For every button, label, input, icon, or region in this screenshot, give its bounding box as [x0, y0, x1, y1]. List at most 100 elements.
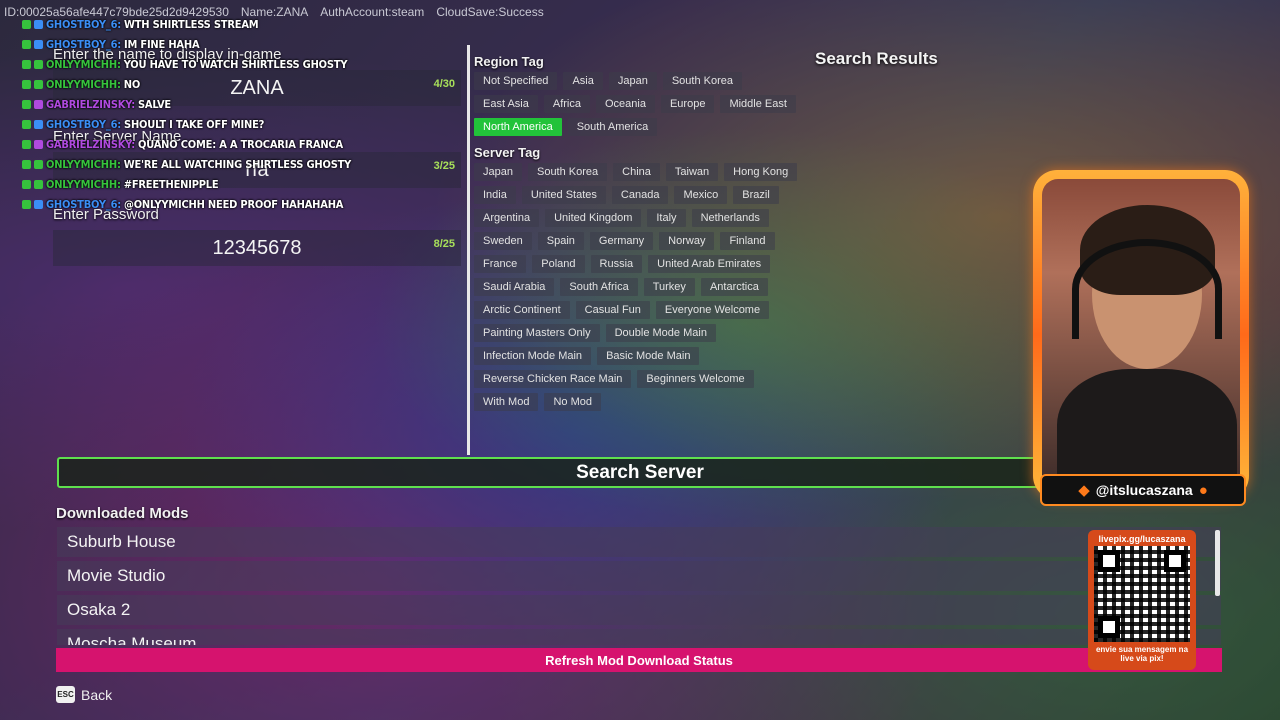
- region-tag-oceania[interactable]: Oceania: [595, 95, 655, 113]
- server-tag-mexico[interactable]: Mexico: [674, 186, 728, 204]
- qr-caption: envie sua mensagem na live via pix!: [1095, 645, 1189, 663]
- server-tag-russia[interactable]: Russia: [590, 255, 643, 273]
- password-value: 12345678: [212, 236, 302, 259]
- server-tag-sweden[interactable]: Sweden: [474, 232, 532, 250]
- qr-code-icon: [1094, 546, 1190, 642]
- chat-message: GHOSTBOY_6: SHOULT I TAKE OFF MINE?: [22, 114, 462, 134]
- server-tag-united-states[interactable]: United States: [521, 186, 606, 204]
- mod-item[interactable]: Suburb House: [57, 527, 1221, 557]
- webcam-person-body: [1057, 369, 1237, 491]
- server-tag-finland[interactable]: Finland: [720, 232, 775, 250]
- server-tag-beginners-welcome[interactable]: Beginners Welcome: [637, 370, 754, 388]
- region-tag-south-korea[interactable]: South Korea: [662, 72, 742, 90]
- server-tag-turkey[interactable]: Turkey: [643, 278, 695, 296]
- chat-message: ONLYYMICHH: YOU HAVE TO WATCH SHIRTLESS G…: [22, 54, 462, 74]
- region-tag-east-asia[interactable]: East Asia: [474, 95, 538, 113]
- region-tag-africa[interactable]: Africa: [543, 95, 590, 113]
- server-tag-no-mod[interactable]: No Mod: [544, 393, 601, 411]
- server-tag-double-mode-main[interactable]: Double Mode Main: [605, 324, 716, 342]
- back-button[interactable]: ESC Back: [56, 686, 112, 703]
- server-tag-casual-fun[interactable]: Casual Fun: [575, 301, 650, 319]
- chat-role-icon: [34, 139, 43, 149]
- server-tag-antarctica[interactable]: Antarctica: [700, 278, 768, 296]
- chat-badge-icon: [22, 19, 31, 29]
- server-tag-canada[interactable]: Canada: [611, 186, 669, 204]
- server-tag-brazil[interactable]: Brazil: [733, 186, 779, 204]
- server-tag-poland[interactable]: Poland: [532, 255, 585, 273]
- server-tag-netherlands[interactable]: Netherlands: [691, 209, 769, 227]
- chat-message: GABRIELZINSKY: SALVE: [22, 94, 462, 114]
- streamer-handle-bar: ◆ @itslucaszana ●: [1040, 474, 1246, 506]
- server-tag-infection-mode-main[interactable]: Infection Mode Main: [474, 347, 592, 365]
- mod-item[interactable]: Movie Studio: [57, 561, 1221, 591]
- server-tag-united-kingdom[interactable]: United Kingdom: [545, 209, 642, 227]
- stream-chat-overlay: GHOSTBOY_6: WTH SHIRTLESS STREAM GHOSTBOY_…: [22, 14, 462, 214]
- server-tag-taiwan[interactable]: Taiwan: [665, 163, 719, 181]
- server-tag-germany[interactable]: Germany: [589, 232, 654, 250]
- mod-item[interactable]: Moscha Museum: [57, 629, 1221, 645]
- region-tag-north-america[interactable]: North America: [474, 118, 562, 136]
- server-tag-norway[interactable]: Norway: [659, 232, 715, 250]
- server-tag-italy[interactable]: Italy: [647, 209, 686, 227]
- server-tag-united-arab-emirates[interactable]: United Arab Emirates: [648, 255, 771, 273]
- chat-text: IM FINE HAHA: [124, 37, 200, 51]
- server-tag-everyone-welcome[interactable]: Everyone Welcome: [655, 301, 770, 319]
- server-tag-basic-mode-main[interactable]: Basic Mode Main: [597, 347, 700, 365]
- server-tag-japan[interactable]: Japan: [474, 163, 522, 181]
- mod-item[interactable]: Osaka 2: [57, 595, 1221, 625]
- chat-role-icon: [34, 19, 43, 29]
- chat-text: WE'RE ALL WATCHING SHIRTLESS GHOSTY: [123, 157, 352, 171]
- headset-icon: [1072, 239, 1222, 339]
- chat-message: GHOSTBOY_6: @ONLYYMICHH NEED PROOF HAHAHA…: [22, 194, 462, 214]
- server-tag-arctic-continent[interactable]: Arctic Continent: [474, 301, 570, 319]
- chat-role-icon: [34, 79, 43, 89]
- chat-message: GHOSTBOY_6: IM FINE HAHA: [22, 34, 462, 54]
- chat-username: GABRIELZINSKY:: [46, 137, 135, 151]
- chat-username: GHOSTBOY_6:: [46, 197, 122, 211]
- region-tag-europe[interactable]: Europe: [660, 95, 715, 113]
- chat-message: GHOSTBOY_6: WTH SHIRTLESS STREAM: [22, 14, 462, 34]
- chat-badge-icon: [22, 159, 31, 169]
- password-input[interactable]: 12345678 8/25: [53, 230, 461, 266]
- server-tag-with-mod[interactable]: With Mod: [474, 393, 539, 411]
- region-tag-middle-east[interactable]: Middle East: [720, 95, 796, 113]
- chat-text: WTH SHIRTLESS STREAM: [124, 17, 259, 31]
- chat-message: ONLYYMICHH: WE'RE ALL WATCHING SHIRTLESS …: [22, 154, 462, 174]
- chat-role-icon: [34, 59, 43, 69]
- server-tag-spain[interactable]: Spain: [537, 232, 584, 250]
- region-tag-asia[interactable]: Asia: [563, 72, 603, 90]
- refresh-mod-download-status-button[interactable]: Refresh Mod Download Status: [56, 648, 1222, 672]
- chat-role-icon: [34, 159, 43, 169]
- server-tag-painting-masters-only[interactable]: Painting Masters Only: [474, 324, 600, 342]
- server-tag-china[interactable]: China: [613, 163, 660, 181]
- server-tag-south-korea[interactable]: South Korea: [527, 163, 608, 181]
- chat-text: NO: [123, 77, 141, 91]
- chat-username: GHOSTBOY_6:: [46, 37, 122, 51]
- region-tag-south-america[interactable]: South America: [567, 118, 658, 136]
- server-tag-argentina[interactable]: Argentina: [474, 209, 540, 227]
- chat-badge-icon: [22, 99, 31, 109]
- chat-username: ONLYYMICHH:: [46, 177, 121, 191]
- password-counter: 8/25: [433, 238, 455, 250]
- webcam-frame: [1033, 170, 1249, 500]
- region-tag-title: Region Tag: [474, 54, 544, 69]
- chat-text: YOU HAVE TO WATCH SHIRTLESS GHOSTY: [123, 57, 348, 71]
- server-tag-reverse-chicken-race-main[interactable]: Reverse Chicken Race Main: [474, 370, 632, 388]
- server-tag-france[interactable]: France: [474, 255, 527, 273]
- qr-finder-top-left: [1098, 550, 1120, 572]
- chat-username: ONLYYMICHH:: [46, 57, 121, 71]
- esc-key-icon: ESC: [56, 686, 75, 703]
- region-tag-japan[interactable]: Japan: [608, 72, 657, 90]
- server-tag-saudi-arabia[interactable]: Saudi Arabia: [474, 278, 555, 296]
- mods-scrollbar[interactable]: [1215, 530, 1220, 596]
- streamer-handle: @itslucaszana: [1095, 482, 1193, 498]
- server-tag-hong-kong[interactable]: Hong Kong: [724, 163, 798, 181]
- chat-text: #FREETHENIPPLE: [123, 177, 219, 191]
- chat-badge-icon: [22, 59, 31, 69]
- chat-username: ONLYYMICHH:: [46, 157, 121, 171]
- region-tag-not-specified[interactable]: Not Specified: [474, 72, 558, 90]
- server-tag-india[interactable]: India: [474, 186, 516, 204]
- chat-badge-icon: [22, 119, 31, 129]
- server-tag-south-africa[interactable]: South Africa: [560, 278, 638, 296]
- fox-icon: ◆: [1078, 482, 1090, 499]
